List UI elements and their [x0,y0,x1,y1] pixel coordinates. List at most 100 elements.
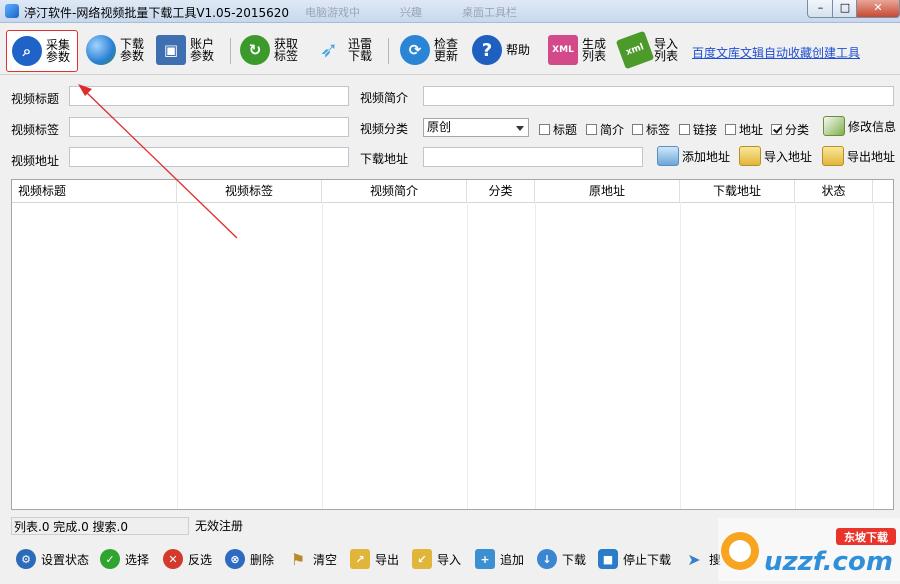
video-tags-input[interactable] [69,117,349,137]
check-update-button[interactable]: ⟳ 检查更新 [400,30,460,70]
help-icon: ? [472,35,502,65]
edit-info-button[interactable]: 修改信息 [823,116,896,136]
folder-import-icon [739,146,761,166]
video-url-label: 视频地址 [11,154,60,168]
check-icon: ✓ [100,549,120,569]
video-category-label: 视频分类 [360,122,409,136]
column-header-original-url[interactable]: 原地址 [535,180,680,202]
import-list-icon: xml [615,30,655,70]
search-send-button[interactable]: ➤ 搜 [684,549,721,569]
video-intro-label: 视频简介 [360,91,409,105]
checkbox-intro[interactable]: 简介 [586,121,624,138]
checkbox-category[interactable]: 分类 [771,121,809,138]
broom-icon: ⚑ [290,549,306,569]
search-send-icon: ➤ [687,549,701,569]
column-divider [795,202,796,509]
append-icon: + [475,549,495,569]
checkbox-box [679,124,690,135]
window-title: 渟汀软件-网络视频批量下载工具V1.05-2015620 [24,6,290,20]
column-divider [467,202,468,509]
watermark-sub-text: 东坡下载 [844,530,888,544]
toolbar-separator [388,38,389,64]
invert-icon: ✕ [163,549,183,569]
edit-icon [823,116,845,136]
download-button[interactable]: ↓ 下载 [537,549,586,569]
minimize-button[interactable]: – [807,0,834,18]
checkbox-box [632,124,643,135]
download-url-input[interactable] [423,147,643,167]
column-header-tags[interactable]: 视频标签 [177,180,322,202]
column-divider [873,202,874,509]
column-header-category[interactable]: 分类 [467,180,535,202]
thunder-download-button[interactable]: ➶ 迅雷下载 [314,30,374,70]
help-button[interactable]: ? 帮助 [472,30,530,70]
floppy-icon: ▣ [156,35,186,65]
import-icon: ↙ [412,549,432,569]
status-counts: 列表.0 完成.0 搜索.0 [11,517,189,535]
close-button[interactable]: ✕ [856,0,900,18]
column-divider [322,202,323,509]
video-category-select[interactable]: 原创 [423,118,529,137]
checkbox-tags[interactable]: 标签 [632,121,670,138]
title-bar: 渟汀软件-网络视频批量下载工具V1.05-2015620 电脑游戏中 兴趣 桌面… [0,0,900,23]
watermark-logo: 东坡下载 uzzf.com [718,518,900,581]
column-header-intro[interactable]: 视频简介 [322,180,467,202]
invert-selection-button[interactable]: ✕ 反选 [163,549,212,569]
column-divider [535,202,536,509]
import-list-button[interactable]: xml 导入列表 [615,30,680,70]
export-icon: ↗ [350,549,370,569]
site-watermark: 东坡下载 uzzf.com [718,518,900,581]
account-params-button[interactable]: ▣ 账户参数 [156,30,216,70]
checkbox-title[interactable]: 标题 [539,121,577,138]
update-icon: ⟳ [400,35,430,65]
generate-list-button[interactable]: XML 生成列表 [548,30,608,70]
set-status-button[interactable]: ⚙ 设置状态 [16,549,89,569]
maximize-button[interactable]: □ [832,0,858,18]
toolbar-separator [230,38,231,64]
ghost-title: 兴趣 [400,6,422,19]
export-address-button[interactable]: 导出地址 [822,146,895,166]
registration-status: 无效注册 [195,519,244,533]
watermark-text: uzzf.com [764,547,893,577]
thunder-icon: ➶ [319,37,339,63]
checkbox-box [539,124,550,135]
append-button[interactable]: + 追加 [475,549,524,569]
column-divider [680,202,681,509]
delete-button[interactable]: ⊗ 删除 [225,549,274,569]
video-title-label: 视频标题 [11,92,60,106]
chevron-down-icon [516,126,524,131]
import-button[interactable]: ↙ 导入 [412,549,461,569]
folder-export-icon [822,146,844,166]
settings-icon: ⚙ [16,549,36,569]
refresh-icon: ↻ [240,35,270,65]
add-address-button[interactable]: 添加地址 [657,146,730,166]
column-header-status[interactable]: 状态 [795,180,873,202]
checkbox-box [725,124,736,135]
clear-button[interactable]: ⚑ 清空 [288,549,337,569]
video-list-table[interactable]: 视频标题 视频标签 视频简介 分类 原地址 下载地址 状态 [11,179,894,510]
app-icon [5,4,19,18]
stop-download-button[interactable]: ■ 停止下载 [598,549,671,569]
column-header-download-url[interactable]: 下载地址 [680,180,795,202]
xml-icon: XML [548,35,578,65]
checkbox-box [586,124,597,135]
stop-download-icon: ■ [598,549,618,569]
checkbox-link[interactable]: 链接 [679,121,717,138]
video-title-input[interactable] [69,86,349,106]
collect-params-button[interactable]: ⌕ 采集参数 [6,30,78,72]
video-url-input[interactable] [69,147,349,167]
checkbox-box-checked [771,124,782,135]
table-header: 视频标题 视频标签 视频简介 分类 原地址 下载地址 状态 [12,180,893,203]
get-tags-button[interactable]: ↻ 获取标签 [240,30,300,70]
column-header-title[interactable]: 视频标题 [12,180,177,202]
import-address-button[interactable]: 导入地址 [739,146,812,166]
download-url-label: 下载地址 [360,152,409,166]
baidu-wenku-tool-link[interactable]: 百度文库文辑自动收藏创建工具 [692,44,860,61]
video-intro-input[interactable] [423,86,894,106]
checkbox-address[interactable]: 地址 [725,121,763,138]
export-button[interactable]: ↗ 导出 [350,549,399,569]
column-divider [177,202,178,509]
video-tags-label: 视频标签 [11,123,60,137]
download-params-button[interactable]: 下载参数 [86,30,146,70]
select-button[interactable]: ✓ 选择 [100,549,149,569]
